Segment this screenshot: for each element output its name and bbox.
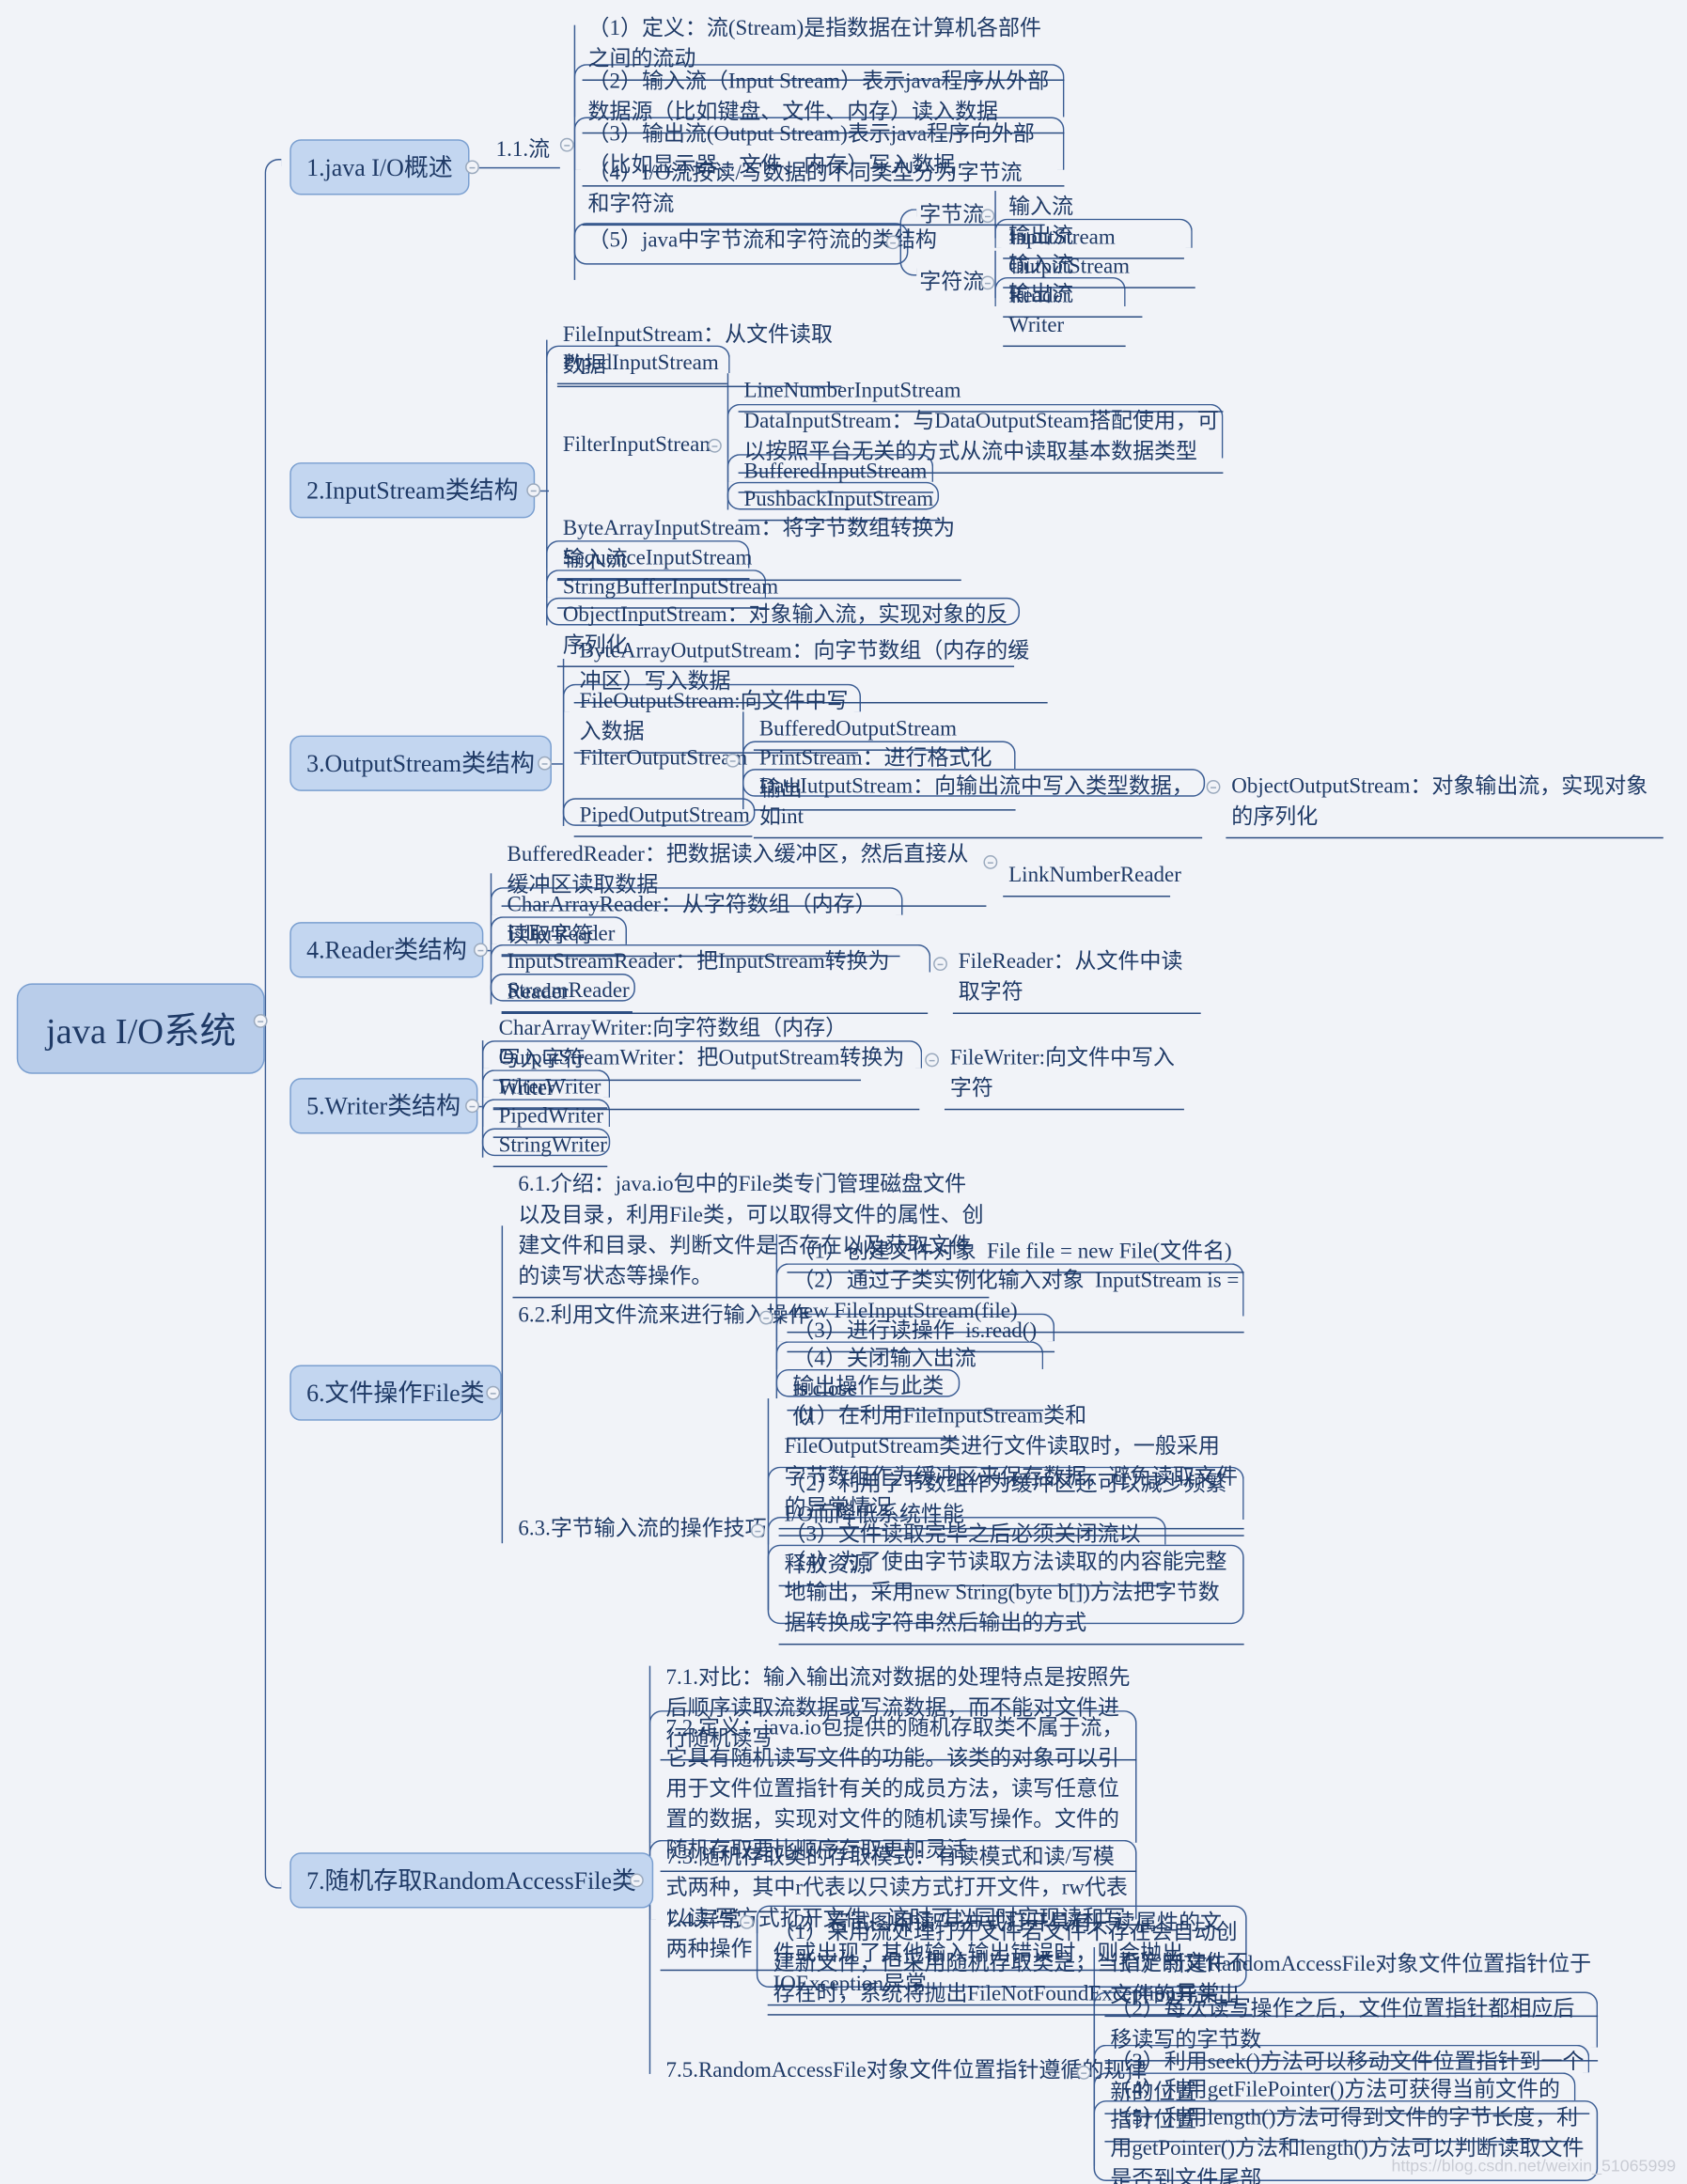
branch-6-toggle-icon[interactable]	[486, 1385, 501, 1400]
connector	[562, 659, 565, 826]
root-toggle-icon[interactable]	[253, 1014, 268, 1028]
node-linknumberreader[interactable]: LinkNumberReader	[1003, 858, 1181, 897]
node-6-3-toggle-icon[interactable]	[750, 1523, 765, 1538]
branch-3-toggle-icon[interactable]	[538, 756, 552, 771]
node-7-5-toggle-icon[interactable]	[1076, 2066, 1091, 2080]
node-objectoutputstream[interactable]: ObjectOutputStream：对象输出流，实现对象的序列化	[1226, 769, 1664, 839]
root-spine	[264, 158, 282, 1889]
connector	[501, 1225, 504, 1544]
node-dataoutputstream-toggle-icon[interactable]	[1206, 780, 1221, 794]
node-streamreader[interactable]: StreamReader	[501, 974, 633, 1013]
branch-1-toggle-icon[interactable]	[465, 160, 479, 175]
node-1-1-5-toggle-icon[interactable]	[885, 235, 900, 250]
branch-6-file-class[interactable]: 6.文件操作File类	[289, 1365, 502, 1421]
node-pipedoutputstream[interactable]: PipedOutputStream	[573, 798, 753, 837]
node-byte-stream[interactable]: 字节流	[914, 197, 988, 235]
node-filterinputstream[interactable]: FilterInputStream	[557, 428, 721, 465]
branch-2-toggle-icon[interactable]	[526, 483, 541, 498]
node-bufferedreader-toggle-icon[interactable]	[983, 855, 998, 869]
node-filereader[interactable]: FileReader：从文件中读取字符	[952, 944, 1201, 1014]
node-stringwriter[interactable]: StringWriter	[492, 1129, 608, 1168]
node-6-3-4[interactable]: （4）为了使由字节读取方法读取的内容能完整地输出，采用new String(by…	[778, 1545, 1244, 1646]
node-filewriter[interactable]: FileWriter:向文件中写入字符	[944, 1040, 1184, 1111]
branch-1-java-io-overview[interactable]: 1.java I/O概述	[289, 139, 470, 195]
root-node[interactable]: java I/O系统	[16, 983, 266, 1074]
node-dataoutputstream[interactable]: DataIutputStream：向输出流中写入类型数据，如int	[753, 769, 1203, 839]
node-inputstreamreader-toggle-icon[interactable]	[933, 957, 947, 972]
node-filteroutputstream-toggle-icon[interactable]	[726, 753, 741, 768]
node-char-stream[interactable]: 字符流	[914, 265, 988, 303]
branch-7-randomaccessfile[interactable]: 7.随机存取RandomAccessFile类	[289, 1852, 653, 1909]
branch-5-toggle-icon[interactable]	[465, 1099, 479, 1114]
node-char-stream-toggle-icon[interactable]	[980, 275, 995, 290]
node-1-1-toggle-icon[interactable]	[559, 137, 574, 152]
branch-5-writer[interactable]: 5.Writer类结构	[289, 1078, 477, 1134]
mindmap-canvas: java I/O系统 1.java I/O概述 1.1.流 （1）定义：流(St…	[0, 0, 1687, 2184]
node-outputstreamwriter-toggle-icon[interactable]	[925, 1053, 940, 1068]
node-7-4-exceptions[interactable]: 7.4.异常	[661, 1903, 746, 1941]
node-writer[interactable]: 输出流 Writer	[1003, 277, 1126, 348]
node-6-3-byte-input-tips[interactable]: 6.3.字节输入流的操作技巧	[512, 1511, 771, 1549]
branch-3-outputstream[interactable]: 3.OutputStream类结构	[289, 735, 552, 791]
node-7-4-toggle-icon[interactable]	[740, 1914, 754, 1929]
node-1-1-stream[interactable]: 1.1.流	[491, 133, 555, 170]
branch-2-inputstream[interactable]: 2.InputStream类结构	[289, 462, 536, 519]
watermark: https://blog.csdn.net/weixin_51065999	[1391, 2156, 1677, 2176]
node-filterinputstream-toggle-icon[interactable]	[707, 438, 722, 453]
branch-4-toggle-icon[interactable]	[473, 943, 488, 958]
node-6-2-toggle-icon[interactable]	[758, 1310, 773, 1325]
branch-7-toggle-icon[interactable]	[629, 1873, 644, 1888]
branch-4-reader[interactable]: 4.Reader类结构	[289, 922, 484, 978]
node-byte-stream-toggle-icon[interactable]	[980, 209, 995, 224]
node-pipedinputstream[interactable]: PipedInputStream	[556, 346, 727, 385]
